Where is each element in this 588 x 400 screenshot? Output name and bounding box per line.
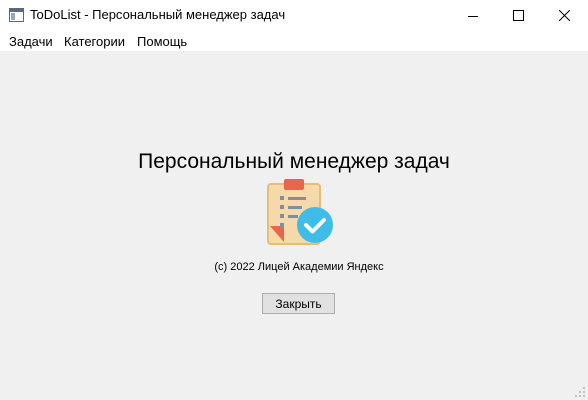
about-heading: Персональный менеджер задач	[138, 150, 450, 173]
menu-bar: Задачи Категории Помощь	[0, 31, 588, 51]
menu-tasks[interactable]: Задачи	[9, 34, 53, 49]
maximize-button[interactable]	[495, 0, 541, 31]
minimize-icon	[468, 15, 478, 17]
clipboard-checklist-check-icon	[267, 179, 333, 245]
app-window: ToDoList - Персональный менеджер задач З…	[0, 0, 588, 400]
app-window-icon[interactable]	[9, 8, 24, 22]
close-button[interactable]: Закрыть	[262, 293, 335, 314]
minimize-button[interactable]	[450, 0, 496, 31]
title-bar[interactable]: ToDoList - Персональный менеджер задач	[0, 0, 588, 31]
maximize-icon	[512, 10, 524, 21]
menu-help[interactable]: Помощь	[137, 34, 187, 49]
copyright-text: (c) 2022 Лицей Академии Яндекс	[214, 261, 384, 273]
resize-grip-icon[interactable]	[574, 386, 586, 398]
window-title: ToDoList - Персональный менеджер задач	[30, 7, 286, 22]
close-window-button[interactable]	[541, 0, 587, 31]
menu-categories[interactable]: Категории	[64, 34, 125, 49]
close-icon	[558, 10, 570, 21]
